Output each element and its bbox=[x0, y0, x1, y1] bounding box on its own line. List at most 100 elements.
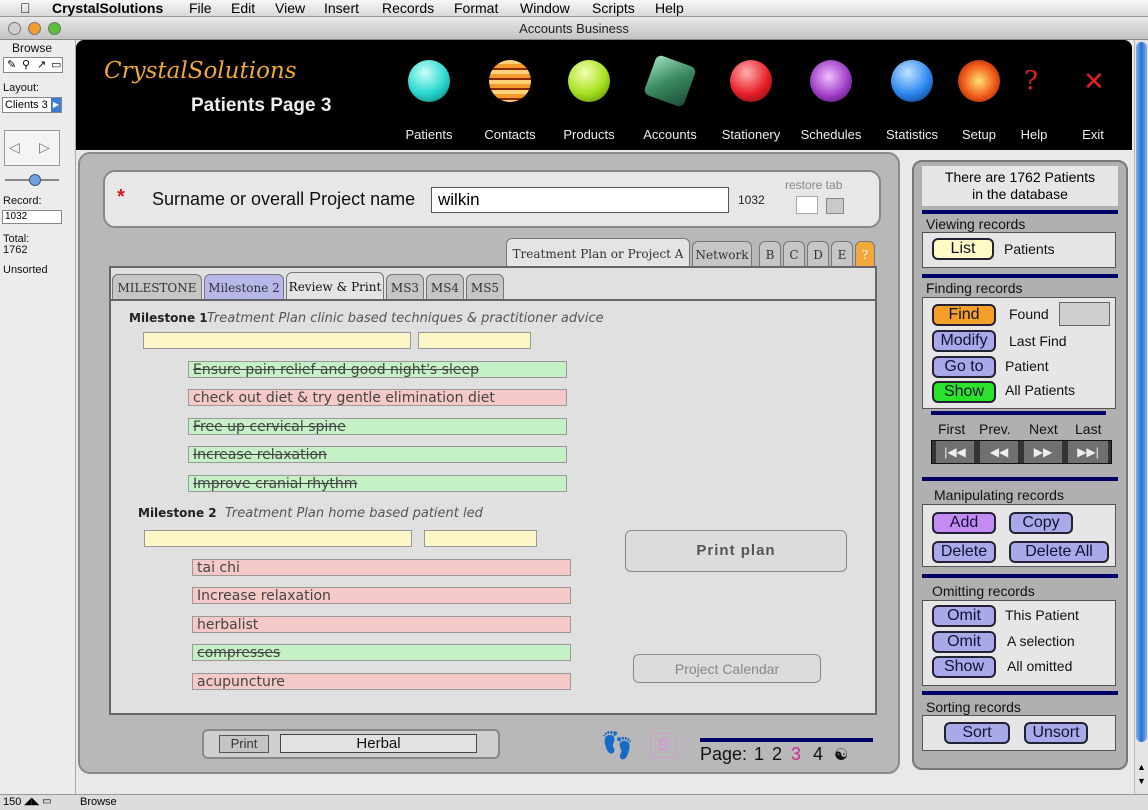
menu-format[interactable]: Format bbox=[454, 0, 498, 17]
menu-edit[interactable]: Edit bbox=[231, 0, 255, 17]
milestone2-field-b[interactable] bbox=[424, 530, 537, 547]
page-2[interactable]: 2 bbox=[772, 744, 782, 765]
next-record-icon[interactable]: ▶▶ bbox=[1024, 441, 1062, 463]
menu-help[interactable]: Help bbox=[655, 0, 684, 17]
green-orb-icon bbox=[568, 60, 610, 102]
page-1[interactable]: 1 bbox=[754, 744, 764, 765]
book-navigator[interactable]: ◁ ▷ bbox=[4, 130, 60, 166]
find-button[interactable]: Find bbox=[932, 304, 996, 326]
menu-scripts[interactable]: Scripts bbox=[592, 0, 635, 17]
milestone2-item[interactable]: tai chi bbox=[192, 559, 571, 576]
vertical-scrollbar[interactable]: ▲ ▼ bbox=[1134, 40, 1148, 798]
last-record-icon[interactable]: ▶▶| bbox=[1068, 441, 1108, 463]
tab-ms4[interactable]: MS4 bbox=[426, 274, 464, 301]
zoom-controls-icon[interactable]: ◢◣ ▭ bbox=[24, 796, 52, 807]
menu-app[interactable]: CrystalSolutions bbox=[52, 0, 163, 17]
tab-ms5[interactable]: MS5 bbox=[466, 274, 504, 301]
nav-contacts[interactable]: Contacts bbox=[480, 60, 540, 150]
close-window-icon[interactable] bbox=[8, 22, 21, 35]
layout-select[interactable]: Clients 3 ▶ bbox=[2, 97, 62, 113]
tab-ms3[interactable]: MS3 bbox=[386, 274, 424, 301]
milestone2-item[interactable]: herbalist bbox=[192, 616, 571, 633]
print-button[interactable]: Print bbox=[219, 735, 269, 753]
tab-milestone-1[interactable]: MILESTONE 1 bbox=[112, 274, 202, 322]
zoom-window-icon[interactable] bbox=[48, 22, 61, 35]
tab-milestone-2[interactable]: Milestone 2 bbox=[204, 274, 284, 301]
record-field[interactable]: 1032 bbox=[2, 210, 62, 224]
record-slider-handle[interactable] bbox=[29, 174, 41, 186]
nav-patients[interactable]: Patients bbox=[399, 60, 459, 150]
previous-record-icon[interactable]: ◀◀ bbox=[980, 441, 1018, 463]
goto-button[interactable]: Go to bbox=[932, 356, 996, 378]
delete-all-button[interactable]: Delete All bbox=[1009, 541, 1109, 563]
book-next-icon[interactable]: ▷ bbox=[39, 139, 50, 156]
restore-tab-button-b[interactable] bbox=[826, 198, 844, 214]
page-4[interactable]: 4 bbox=[813, 744, 823, 765]
sort-button[interactable]: Sort bbox=[944, 722, 1010, 744]
browse-tool-icon[interactable]: ✎ bbox=[7, 58, 16, 71]
nav-statistics[interactable]: Statistics bbox=[882, 60, 942, 150]
first-record-icon[interactable]: |◀◀ bbox=[936, 441, 974, 463]
page-3-current[interactable]: 3 bbox=[791, 744, 801, 765]
minimize-window-icon[interactable] bbox=[28, 22, 41, 35]
find-tool-icon[interactable]: ⚲ bbox=[22, 58, 30, 71]
scroll-down-icon[interactable]: ▼ bbox=[1137, 776, 1146, 786]
surname-input[interactable]: wilkin bbox=[431, 187, 729, 213]
omit-patient-button[interactable]: Omit bbox=[932, 605, 996, 627]
milestone2-item[interactable]: Increase relaxation bbox=[192, 587, 571, 604]
print-selection[interactable]: Herbal bbox=[280, 734, 477, 753]
milestone1-field-b[interactable] bbox=[418, 332, 531, 349]
menu-window[interactable]: Window bbox=[520, 0, 570, 17]
milestone1-item[interactable]: Improve cranial rhythm bbox=[188, 475, 567, 492]
nav-exit[interactable]: ✕ Exit bbox=[1063, 60, 1123, 150]
milestone1-field-a[interactable] bbox=[143, 332, 411, 349]
yin-yang-icon[interactable]: ☯ bbox=[834, 745, 848, 765]
omit-selection-button[interactable]: Omit bbox=[932, 631, 996, 653]
preview-tool-icon[interactable]: ▭ bbox=[51, 58, 61, 71]
unsort-button[interactable]: Unsort bbox=[1024, 722, 1088, 744]
add-button[interactable]: Add bbox=[932, 512, 996, 534]
show-omitted-button[interactable]: Show bbox=[932, 656, 996, 678]
menu-insert[interactable]: Insert bbox=[324, 0, 359, 17]
zoom-level[interactable]: 150 bbox=[3, 796, 21, 808]
modify-button[interactable]: Modify bbox=[932, 330, 996, 352]
milestone2-item[interactable]: compresses bbox=[192, 644, 571, 661]
book-prev-icon[interactable]: ◁ bbox=[9, 139, 20, 156]
list-button[interactable]: List bbox=[932, 238, 994, 260]
tab-b[interactable]: B bbox=[759, 241, 781, 268]
scrollbar-thumb[interactable] bbox=[1136, 42, 1147, 742]
nav-stationery[interactable]: Stationery bbox=[721, 60, 781, 150]
layout-tool-icon[interactable]: ↗ bbox=[37, 58, 46, 71]
tab-c[interactable]: C bbox=[783, 241, 805, 268]
b-button[interactable]: B bbox=[650, 733, 677, 758]
show-all-button[interactable]: Show bbox=[932, 381, 996, 403]
nav-schedules[interactable]: Schedules bbox=[801, 60, 861, 150]
tab-d[interactable]: D bbox=[807, 241, 829, 268]
scroll-up-icon[interactable]: ▲ bbox=[1137, 762, 1146, 772]
milestone1-item[interactable]: Increase relaxation bbox=[188, 446, 567, 463]
nav-accounts[interactable]: Accounts bbox=[640, 54, 700, 150]
tab-help[interactable]: ? bbox=[855, 241, 875, 268]
delete-button[interactable]: Delete bbox=[932, 541, 996, 563]
menu-records[interactable]: Records bbox=[382, 0, 434, 17]
found-count-field bbox=[1059, 302, 1110, 326]
tab-e[interactable]: E bbox=[831, 241, 853, 268]
menu-view[interactable]: View bbox=[275, 0, 305, 17]
milestone1-item[interactable]: check out diet & try gentle elimination … bbox=[188, 389, 567, 406]
milestone2-field-a[interactable] bbox=[144, 530, 412, 547]
tab-treatment-plan[interactable]: Treatment Plan or Project A bbox=[506, 238, 690, 268]
print-plan-button[interactable]: Print plan bbox=[625, 530, 847, 572]
copy-button[interactable]: Copy bbox=[1009, 512, 1073, 534]
tab-review-print[interactable]: Review & Print bbox=[286, 272, 384, 301]
footsteps-icon[interactable]: 👣 bbox=[601, 730, 633, 761]
milestone1-item[interactable]: Ensure pain relief and good night's slee… bbox=[188, 361, 567, 378]
record-label: Record: bbox=[3, 195, 42, 207]
tab-network[interactable]: Network bbox=[692, 241, 752, 268]
apple-menu-icon[interactable]:  bbox=[20, 0, 31, 17]
menu-file[interactable]: File bbox=[189, 0, 212, 17]
project-calendar-button[interactable]: Project Calendar bbox=[633, 654, 821, 683]
milestone1-item[interactable]: Free up cervical spine bbox=[188, 418, 567, 435]
restore-tab-button-a[interactable] bbox=[796, 196, 818, 214]
nav-products[interactable]: Products bbox=[559, 60, 619, 150]
milestone2-item[interactable]: acupuncture bbox=[192, 673, 571, 690]
